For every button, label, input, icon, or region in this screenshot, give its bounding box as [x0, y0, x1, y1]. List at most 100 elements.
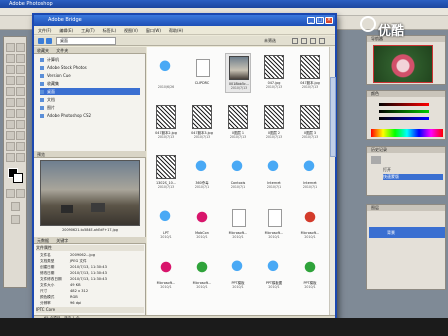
- pen-tool-icon[interactable]: [6, 131, 15, 140]
- healing-brush-tool-icon[interactable]: [6, 76, 15, 85]
- fav-item-stock-photos[interactable]: Adobe Stock Photos: [40, 64, 87, 71]
- background-color-swatch[interactable]: [13, 173, 23, 183]
- thumbnail-item[interactable]: Microsoft... 2010/1: [153, 253, 179, 293]
- thumbnail-item[interactable]: 0图层 3 2010/7/13: [297, 103, 323, 143]
- filter-dropdown[interactable]: 未筛选: [264, 36, 276, 46]
- thumbnail-item[interactable]: Contoxis 2010/7/1: [225, 153, 251, 193]
- magic-wand-tool-icon[interactable]: [16, 54, 25, 63]
- thumbnail-item[interactable]: PPT模板 2010/1: [225, 253, 251, 293]
- blur-tool-icon[interactable]: [6, 109, 15, 118]
- tab-metadata[interactable]: 元数据: [37, 238, 49, 243]
- screen-mode-icon[interactable]: [11, 202, 20, 211]
- sketch-thumbnail: [264, 105, 284, 129]
- thumbnail-item[interactable]: Microsoft... 2010/1: [261, 203, 287, 243]
- marquee-tool-icon[interactable]: [6, 43, 15, 52]
- thumbnail-item[interactable]: 1302S_10... 2010/7/13: [153, 153, 179, 193]
- fav-item-computer[interactable]: 计算机: [40, 56, 59, 63]
- tab-folders[interactable]: 文件夹: [56, 48, 68, 53]
- rotate-right-icon[interactable]: [301, 38, 307, 44]
- forward-button-icon[interactable]: [46, 38, 52, 44]
- content-scrollbar[interactable]: [329, 47, 336, 315]
- thumbnail-item[interactable]: 360杀毒 2010/7/1: [189, 153, 215, 193]
- menu-file[interactable]: 文件(F): [34, 26, 55, 35]
- thumbnail-item[interactable]: 0图层 1 2010/7/13: [225, 103, 251, 143]
- fav-item-desktop[interactable]: 桌面: [40, 88, 140, 95]
- layers-tab[interactable]: 图层: [367, 205, 445, 211]
- crop-tool-icon[interactable]: [6, 65, 15, 74]
- back-button-icon[interactable]: [38, 38, 44, 44]
- layer-row-background[interactable]: 背景: [369, 227, 445, 238]
- standard-mode-icon[interactable]: [6, 189, 15, 198]
- brush-tool-icon[interactable]: [16, 76, 25, 85]
- thumbnail-item[interactable]: MobCon 2010/1: [189, 203, 215, 243]
- fav-item-photoshop[interactable]: Adobe Photoshop CS2: [40, 112, 91, 119]
- notes-tool-icon[interactable]: [6, 142, 15, 151]
- fav-item-pictures[interactable]: 图片: [40, 104, 55, 111]
- blue-slider[interactable]: [379, 117, 429, 120]
- lasso-tool-icon[interactable]: [6, 54, 15, 63]
- thumbnail-item[interactable]: 0图层 2 2010/7/13: [261, 103, 287, 143]
- thumbnail-item[interactable]: 047副本2.jpg 2010/7/13: [153, 103, 179, 143]
- menu-tools[interactable]: 工具(T): [77, 26, 99, 35]
- close-button[interactable]: ×: [325, 17, 333, 24]
- type-tool-icon[interactable]: [16, 120, 25, 129]
- eraser-tool-icon[interactable]: [6, 98, 15, 107]
- maximize-button[interactable]: □: [316, 17, 324, 24]
- thumbnail-item[interactable]: Microsoft... 2010/1: [225, 203, 251, 243]
- fav-item-version-cue[interactable]: Version Cue: [40, 72, 71, 79]
- tab-preview[interactable]: 预览: [37, 152, 45, 157]
- thumbnail-item[interactable]: Internet 2010/7/1: [297, 153, 323, 193]
- path-select-tool-icon[interactable]: [6, 120, 15, 129]
- thumbnail-item[interactable]: Microsoft... 2010/1: [297, 203, 323, 243]
- meta-value: 2009062...jpg: [70, 253, 95, 257]
- thumbnail-item[interactable]: 2010/6/26: [153, 53, 179, 93]
- minimize-button[interactable]: _: [307, 17, 315, 24]
- thumbnail-item[interactable]: Microsoft... 2010/1: [189, 253, 215, 293]
- color-ramp[interactable]: [371, 129, 443, 137]
- green-slider[interactable]: [379, 110, 429, 113]
- gradient-tool-icon[interactable]: [16, 98, 25, 107]
- delete-icon[interactable]: [310, 38, 316, 44]
- metadata-section-iptc[interactable]: IPTC Core: [36, 307, 144, 313]
- fav-item-collections[interactable]: 收藏集: [40, 80, 59, 87]
- menu-label[interactable]: 标签(L): [99, 26, 120, 35]
- thumbnail-item[interactable]: CLIPDRC: [189, 53, 215, 93]
- thumbnail-item[interactable]: LPT 2010/1: [153, 203, 179, 243]
- thumbnail-item[interactable]: 047.jpg 2010/7/13: [261, 53, 287, 93]
- thumbnail-item[interactable]: PPT模板 2010/1: [297, 253, 323, 293]
- jump-to-imageready-icon[interactable]: [11, 215, 20, 224]
- scrollbar-thumb[interactable]: [330, 77, 336, 157]
- dodge-tool-icon[interactable]: [16, 109, 25, 118]
- desktop-icon: [40, 90, 44, 94]
- eyedropper-tool-icon[interactable]: [16, 142, 25, 151]
- history-item-quick-mask[interactable]: 快速蒙版: [383, 174, 443, 180]
- menu-view[interactable]: 视图(V): [120, 26, 142, 35]
- history-brush-tool-icon[interactable]: [16, 87, 25, 96]
- fav-item-documents[interactable]: 文档: [40, 96, 55, 103]
- thumbnail-item[interactable]: Internet 2010/7/1: [261, 153, 287, 193]
- color-tab[interactable]: 颜色: [367, 91, 445, 97]
- tab-keywords[interactable]: 关键字: [56, 238, 68, 243]
- metadata-section-file-properties[interactable]: 文件属性: [36, 245, 144, 251]
- path-dropdown[interactable]: 桌面: [56, 37, 116, 45]
- tab-favorites[interactable]: 收藏夹: [37, 48, 49, 53]
- menu-edit[interactable]: 编辑(E): [55, 26, 77, 35]
- thumbnail-item-selected[interactable]: 0018bb5c... 2010/7/13: [225, 53, 251, 93]
- thumbnail-item[interactable]: 047副本3.jpg 2010/7/13: [189, 103, 215, 143]
- rotate-left-icon[interactable]: [292, 38, 298, 44]
- move-tool-icon[interactable]: [16, 43, 25, 52]
- shape-tool-icon[interactable]: [16, 131, 25, 140]
- stamp-tool-icon[interactable]: [6, 87, 15, 96]
- history-item-open[interactable]: 打开: [383, 167, 443, 173]
- red-slider[interactable]: [379, 103, 429, 106]
- zoom-tool-icon[interactable]: [16, 153, 25, 162]
- menu-window[interactable]: 窗口(W): [142, 26, 165, 35]
- quick-mask-mode-icon[interactable]: [16, 189, 25, 198]
- thumbnail-item[interactable]: PPT模板图 2010/1: [261, 253, 287, 293]
- menu-help[interactable]: 帮助(H): [165, 26, 187, 35]
- thumbnail-item[interactable]: 047副本.jpg 2010/7/13: [297, 53, 323, 93]
- slice-tool-icon[interactable]: [16, 65, 25, 74]
- hand-tool-icon[interactable]: [6, 153, 15, 162]
- history-tab[interactable]: 历史记录: [367, 147, 445, 153]
- compact-mode-icon[interactable]: [319, 38, 325, 44]
